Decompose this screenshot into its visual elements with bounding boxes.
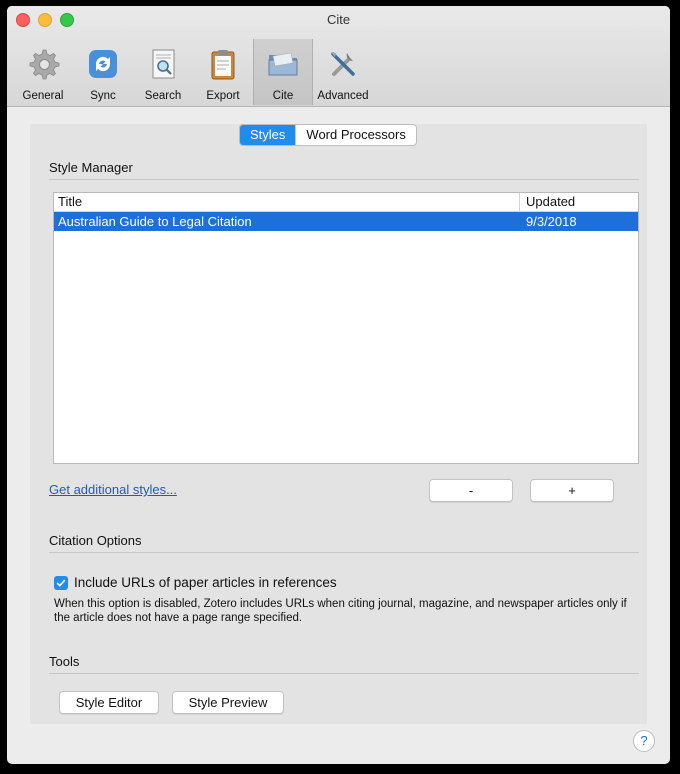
style-title-cell: Australian Guide to Legal Citation [58, 214, 252, 229]
search-icon [146, 47, 180, 84]
toolbar-advanced-label: Advanced [317, 90, 369, 102]
toolbar-search-label: Search [144, 90, 182, 102]
citation-options-heading: Citation Options [49, 533, 142, 548]
toolbar-cite[interactable]: Cite [253, 39, 313, 105]
tab-word-processors[interactable]: Word Processors [295, 125, 415, 145]
toolbar-cite-label: Cite [272, 90, 294, 102]
tools-icon [326, 47, 360, 84]
include-urls-note: When this option is disabled, Zotero inc… [54, 598, 627, 624]
toolbar-search[interactable]: Search [133, 39, 193, 105]
gear-icon [26, 47, 60, 84]
sync-icon [86, 47, 120, 84]
tab-styles[interactable]: Styles [240, 125, 296, 145]
section-divider [49, 673, 639, 674]
folder-icon [266, 47, 300, 84]
table-header: Title Updated [54, 193, 638, 212]
section-divider [49, 179, 639, 180]
get-additional-styles-link[interactable]: Get additional styles... [49, 482, 177, 497]
cite-pane: Styles Word Processors Style Manager Tit… [30, 124, 647, 724]
include-urls-checkbox[interactable] [54, 575, 68, 590]
style-preview-button[interactable]: Style Preview [172, 691, 284, 714]
checkmark-icon [56, 579, 66, 587]
help-button[interactable]: ? [633, 730, 655, 752]
include-urls-label[interactable]: Include URLs of paper articles in refere… [74, 575, 337, 590]
toolbar-advanced[interactable]: Advanced [313, 39, 373, 105]
tools-heading: Tools [49, 654, 80, 669]
toolbar-general-label: General [22, 90, 64, 102]
clipboard-icon [206, 47, 240, 84]
preferences-window: Cite General Sync Search Export Cite Adv… [7, 6, 670, 764]
column-header-title[interactable]: Title [54, 193, 519, 211]
titlebar: Cite General Sync Search Export Cite Adv… [7, 6, 670, 107]
section-divider [49, 552, 639, 553]
remove-style-button[interactable]: - [429, 479, 513, 502]
add-style-button[interactable]: + [530, 479, 614, 502]
toolbar-general[interactable]: General [13, 39, 73, 105]
preferences-toolbar: General Sync Search Export Cite Advanced [13, 39, 373, 105]
style-updated-cell: 9/3/2018 [526, 214, 577, 229]
toolbar-export[interactable]: Export [193, 39, 253, 105]
window-title: Cite [326, 12, 351, 27]
style-manager-heading: Style Manager [49, 160, 133, 175]
cite-tabs: Styles Word Processors [239, 124, 417, 146]
column-header-updated[interactable]: Updated [519, 193, 638, 211]
include-urls-option: Include URLs of paper articles in refere… [54, 575, 337, 590]
toolbar-export-label: Export [206, 90, 240, 102]
toolbar-sync[interactable]: Sync [73, 39, 133, 105]
style-editor-button[interactable]: Style Editor [59, 691, 159, 714]
toolbar-sync-label: Sync [90, 90, 116, 102]
styles-table[interactable]: Title Updated Australian Guide to Legal … [53, 192, 639, 464]
table-row[interactable]: Australian Guide to Legal Citation 9/3/2… [54, 212, 638, 231]
